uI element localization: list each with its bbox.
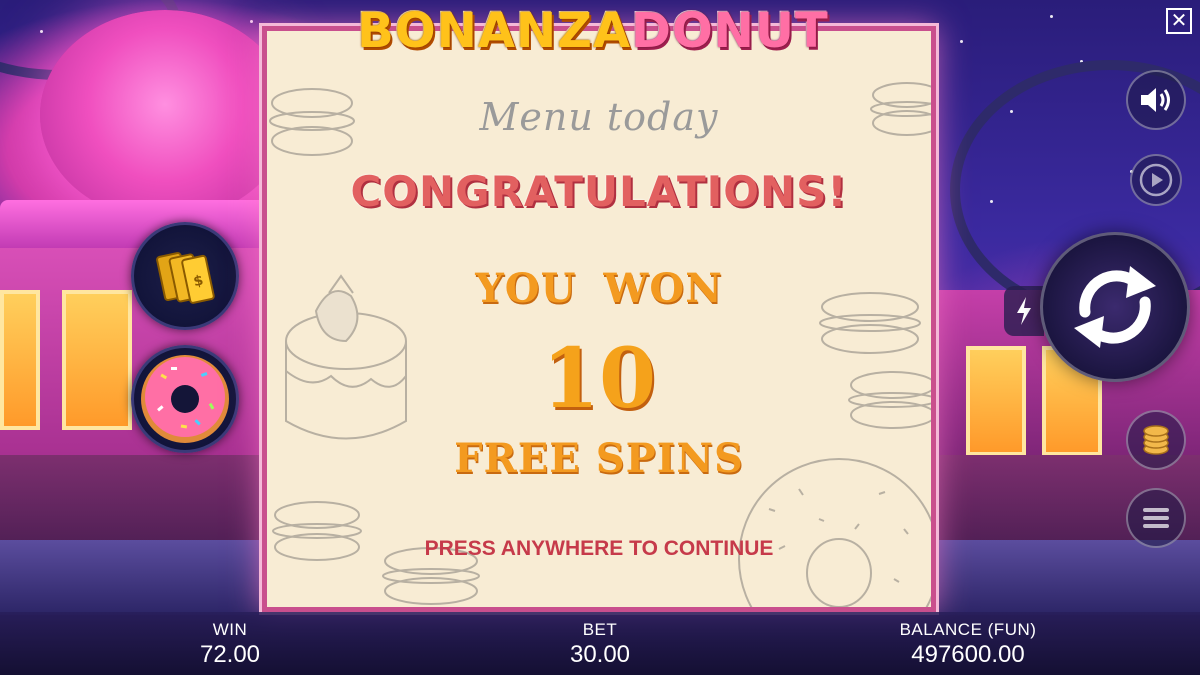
autoplay-button[interactable] — [1130, 154, 1182, 206]
tickets-icon: $ — [156, 252, 215, 304]
balance-display: BALANCE (FUN) 497600.00 — [868, 620, 1068, 669]
bet-value: 30.00 — [569, 641, 631, 668]
close-icon: ✕ — [1170, 8, 1188, 32]
continue-instruction[interactable]: PRESS ANYWHERE TO CONTINUE — [267, 537, 931, 561]
logo-word-donut: DONUT — [631, 3, 829, 59]
bet-display: BET 30.00 — [530, 620, 670, 669]
game-logo: BONANZADONUT — [300, 2, 886, 60]
donut-sign-decoration — [40, 10, 290, 220]
balance-value: 497600.00 — [911, 641, 1025, 668]
spin-icon — [1074, 266, 1156, 348]
status-bar: WIN 72.00 BET 30.00 BALANCE (FUN) 497600… — [0, 612, 1200, 675]
buy-feature-tickets-button[interactable]: $ — [131, 222, 239, 330]
win-value: 72.00 — [199, 641, 261, 668]
speaker-icon — [1141, 88, 1170, 112]
donut-icon — [141, 355, 229, 443]
coins-icon — [1143, 425, 1169, 455]
balance-label: BALANCE (FUN) — [899, 620, 1037, 639]
free-spins-count: 10 — [541, 331, 657, 427]
close-button[interactable]: ✕ — [1166, 8, 1192, 34]
logo-word-bonanza: BONANZA — [357, 3, 632, 59]
menu-button[interactable] — [1126, 488, 1186, 548]
spin-button[interactable] — [1040, 232, 1190, 382]
turbo-icon — [1017, 297, 1031, 325]
popup-title: CONGRATULATIONS! — [350, 167, 848, 216]
popup-header: Menu today — [479, 95, 719, 139]
autoplay-icon — [1139, 163, 1173, 197]
free-spins-label: FREE SPINS — [454, 435, 744, 482]
menu-icon — [1143, 508, 1169, 528]
win-display: WIN 72.00 — [160, 620, 300, 669]
sound-button[interactable] — [1126, 70, 1186, 130]
won-label: YOU WON — [475, 265, 723, 312]
donut-feature-button[interactable] — [131, 345, 239, 453]
free-spins-win-popup[interactable]: Menu today CONGRATULATIONS! YOU WON 10 F… — [262, 26, 936, 612]
win-label: WIN — [212, 620, 248, 639]
bet-label: BET — [582, 620, 618, 639]
bet-coins-button[interactable] — [1126, 410, 1186, 470]
turbo-button[interactable] — [1004, 286, 1044, 336]
